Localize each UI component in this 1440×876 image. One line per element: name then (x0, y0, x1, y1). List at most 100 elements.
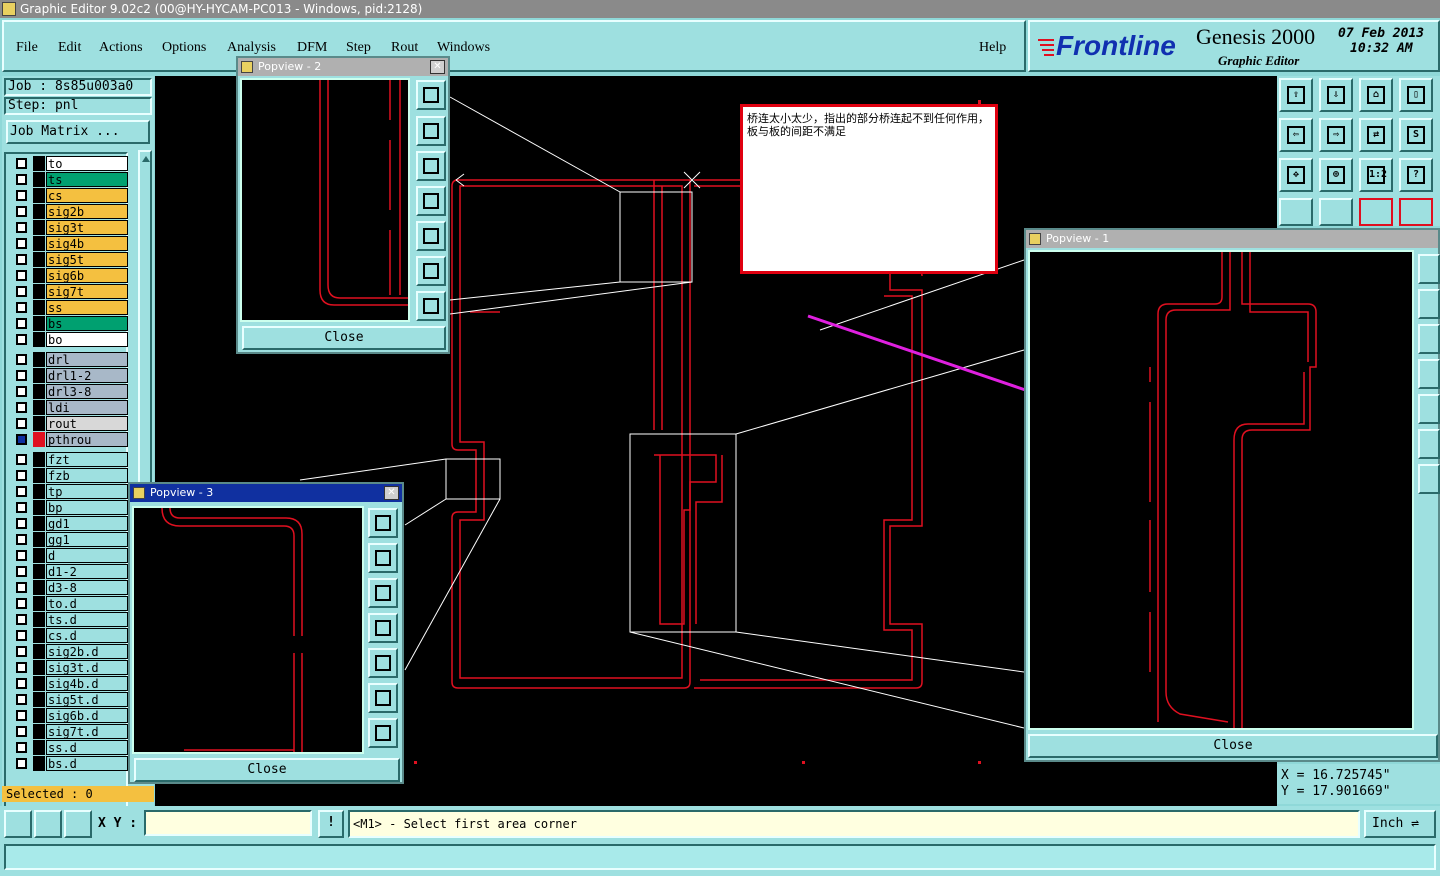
pv1-fit-icon[interactable] (1418, 429, 1440, 459)
menu-actions[interactable]: Actions (99, 40, 143, 56)
layer-row[interactable]: sig3t.d (12, 660, 130, 675)
layer-color-swatch[interactable] (33, 740, 45, 755)
layer-checkbox[interactable] (16, 354, 27, 365)
layer-checkbox[interactable] (16, 190, 27, 201)
layer-row[interactable]: bo (12, 332, 130, 347)
close-icon[interactable]: ✕ (430, 60, 445, 74)
menu-windows[interactable]: Windows (437, 40, 490, 56)
layer-row[interactable]: fzb (12, 468, 130, 483)
layer-color-swatch[interactable] (33, 580, 45, 595)
window-icon[interactable]: ▯ (1399, 78, 1433, 112)
layer-checkbox[interactable] (16, 486, 27, 497)
layer-checkbox[interactable] (16, 286, 27, 297)
layer-color-swatch[interactable] (33, 156, 45, 171)
layer-checkbox[interactable] (16, 630, 27, 641)
zoom-down-icon[interactable]: ⇩ (1319, 78, 1353, 112)
menu-help[interactable]: Help (979, 40, 1006, 56)
layer-row[interactable]: sig5t (12, 252, 130, 267)
xy-input[interactable] (144, 810, 312, 836)
layer-color-swatch[interactable] (33, 484, 45, 499)
layer-row[interactable]: sig5t.d (12, 692, 130, 707)
layer-row[interactable]: pthrou (12, 432, 130, 447)
layer-checkbox[interactable] (16, 238, 27, 249)
menu-options[interactable]: Options (162, 40, 206, 56)
layer-color-swatch[interactable] (33, 172, 45, 187)
layer-checkbox[interactable] (16, 370, 27, 381)
layer-row[interactable]: ts (12, 172, 130, 187)
layer-color-swatch[interactable] (33, 692, 45, 707)
layer-checkbox[interactable] (16, 434, 27, 445)
layer-row[interactable]: sig6b.d (12, 708, 130, 723)
layer-color-swatch[interactable] (33, 756, 45, 771)
help-icon[interactable]: ? (1399, 158, 1433, 192)
layer-color-swatch[interactable] (33, 452, 45, 467)
layer-checkbox[interactable] (16, 454, 27, 465)
popview-1-close-button[interactable]: Close (1028, 734, 1438, 758)
layer-checkbox[interactable] (16, 694, 27, 705)
layer-checkbox[interactable] (16, 174, 27, 185)
layer-color-swatch[interactable] (33, 676, 45, 691)
layer-row[interactable]: sig4b.d (12, 676, 130, 691)
layer-checkbox[interactable] (16, 206, 27, 217)
layer-checkbox[interactable] (16, 566, 27, 577)
layer-checkbox[interactable] (16, 518, 27, 529)
close-icon[interactable]: ✕ (384, 486, 399, 500)
layer-row[interactable]: sig7t (12, 284, 130, 299)
layer-row[interactable]: sig2b (12, 204, 130, 219)
pv2-left-icon[interactable] (416, 186, 446, 216)
layer-color-swatch[interactable] (33, 252, 45, 267)
layer-row[interactable]: bp (12, 500, 130, 515)
layer-color-swatch[interactable] (33, 236, 45, 251)
layer-checkbox[interactable] (16, 534, 27, 545)
layer-color-swatch[interactable] (33, 188, 45, 203)
layer-color-swatch[interactable] (33, 416, 45, 431)
pan-left-icon[interactable]: ⇦ (1279, 118, 1313, 152)
layer-row[interactable]: d (12, 548, 130, 563)
layer-checkbox[interactable] (16, 646, 27, 657)
menu-step[interactable]: Step (346, 40, 371, 56)
pv1-down-icon[interactable] (1418, 324, 1440, 354)
layer-color-swatch[interactable] (33, 284, 45, 299)
measure-icon[interactable] (34, 810, 62, 838)
layer-row[interactable]: tp (12, 484, 130, 499)
pv3-fit-icon[interactable] (368, 683, 398, 713)
area-select-icon[interactable] (4, 810, 32, 838)
layer-checkbox[interactable] (16, 386, 27, 397)
layer-row[interactable]: ts.d (12, 612, 130, 627)
layer-row[interactable]: sig4b (12, 236, 130, 251)
layer-row[interactable]: ss.d (12, 740, 130, 755)
layer-color-swatch[interactable] (33, 516, 45, 531)
scroll-up-icon[interactable] (142, 156, 150, 162)
pv2-zoom-icon[interactable] (416, 80, 446, 110)
menu-analysis[interactable]: Analysis (227, 40, 276, 56)
swap-icon[interactable]: ⇄ (1359, 118, 1393, 152)
pv1-right-icon[interactable] (1418, 394, 1440, 424)
home-icon[interactable]: ⌂ (1359, 78, 1393, 112)
pv2-down-icon[interactable] (416, 151, 446, 181)
grid-icon[interactable] (1319, 198, 1353, 226)
layer-color-swatch[interactable] (33, 724, 45, 739)
layer-row[interactable]: drl3-8 (12, 384, 130, 399)
layer-color-swatch[interactable] (33, 368, 45, 383)
layer-checkbox[interactable] (16, 598, 27, 609)
scale-1-2-icon[interactable]: 1:2 (1359, 158, 1393, 192)
layer-color-swatch[interactable] (33, 708, 45, 723)
layer-row[interactable]: rout (12, 416, 130, 431)
layer-color-swatch[interactable] (33, 564, 45, 579)
menu-rout[interactable]: Rout (391, 40, 418, 56)
layer-checkbox[interactable] (16, 662, 27, 673)
snap-grid-icon[interactable] (64, 810, 92, 838)
layer-row[interactable]: sig3t (12, 220, 130, 235)
layer-checkbox[interactable] (16, 254, 27, 265)
layer-checkbox[interactable] (16, 334, 27, 345)
layer-color-swatch[interactable] (33, 300, 45, 315)
layer-color-swatch[interactable] (33, 532, 45, 547)
layer-row[interactable]: gd1 (12, 516, 130, 531)
pv2-fit-icon[interactable] (416, 256, 446, 286)
net2-icon[interactable] (1399, 198, 1433, 226)
pv1-center-icon[interactable] (1418, 464, 1440, 494)
layer-checkbox[interactable] (16, 158, 27, 169)
tool-icon[interactable] (1279, 198, 1313, 226)
layer-color-swatch[interactable] (33, 400, 45, 415)
layer-row[interactable]: sig6b (12, 268, 130, 283)
